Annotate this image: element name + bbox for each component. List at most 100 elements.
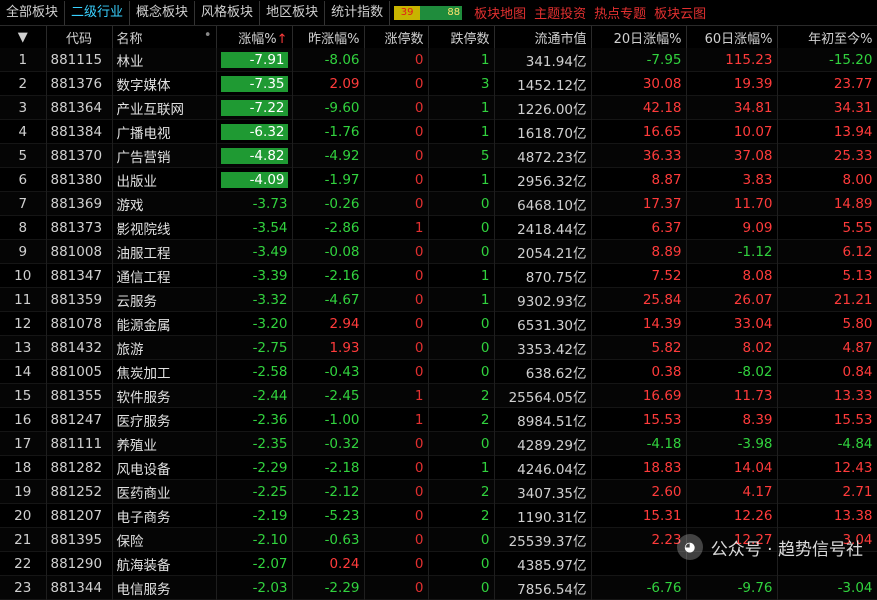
change-cell: -3.20 xyxy=(216,312,292,336)
table-row[interactable]: 10881347通信工程-3.39-2.1601870.75亿7.528.085… xyxy=(0,264,877,288)
table-row[interactable]: 20881207电子商务-2.19-5.23021190.31亿15.3112.… xyxy=(0,504,877,528)
table-row[interactable]: 23881344电信服务-2.03-2.29007856.54亿-6.76-9.… xyxy=(0,576,877,600)
sector-code: 881111 xyxy=(46,432,112,456)
limit-up-count: 0 xyxy=(364,480,428,504)
table-row[interactable]: 9881008油服工程-3.49-0.08002054.21亿8.89-1.12… xyxy=(0,240,877,264)
tab-3[interactable]: 风格板块 xyxy=(195,1,260,25)
sector-name[interactable]: 电子商务 xyxy=(112,504,216,528)
market-cap: 4246.04亿 xyxy=(494,456,591,480)
sector-tab-bar: 全部板块二级行业概念板块风格板块地区板块统计指数3988板块地图主题投资热点专题… xyxy=(0,0,877,26)
sector-name[interactable]: 医疗服务 xyxy=(112,408,216,432)
ytd: 13.33 xyxy=(777,384,877,408)
header-prev-change[interactable]: 昨涨幅% xyxy=(292,26,364,48)
sector-name[interactable]: 电信服务 xyxy=(112,576,216,600)
table-row[interactable]: 1881115林业-7.91-8.0601341.94亿-7.95115.23-… xyxy=(0,48,877,72)
sector-name[interactable]: 保险 xyxy=(112,528,216,552)
header-code[interactable]: 代码 xyxy=(46,26,112,48)
header-chg60[interactable]: 60日涨幅% xyxy=(686,26,777,48)
header-name[interactable]: 名称• xyxy=(112,26,216,48)
sector-name[interactable]: 产业互联网 xyxy=(112,96,216,120)
market-cap: 2418.44亿 xyxy=(494,216,591,240)
table-row[interactable]: 19881252医药商业-2.25-2.12023407.35亿2.604.17… xyxy=(0,480,877,504)
sector-name[interactable]: 广播电视 xyxy=(112,120,216,144)
chg20: 5.82 xyxy=(591,336,686,360)
sector-name[interactable]: 软件服务 xyxy=(112,384,216,408)
watermark-text: 公众号 · 趋势信号社 xyxy=(711,535,863,560)
change-cell: -3.49 xyxy=(216,240,292,264)
header-change[interactable]: 涨幅%↑ xyxy=(216,26,292,48)
nav-link-2[interactable]: 热点专题 xyxy=(594,3,646,22)
sector-name[interactable]: 出版业 xyxy=(112,168,216,192)
table-row[interactable]: 14881005焦炭加工-2.58-0.4300638.62亿0.38-8.02… xyxy=(0,360,877,384)
tab-1[interactable]: 二级行业 xyxy=(65,1,130,25)
market-cap: 1226.00亿 xyxy=(494,96,591,120)
tab-5[interactable]: 统计指数 xyxy=(325,1,390,25)
sector-name[interactable]: 油服工程 xyxy=(112,240,216,264)
nav-link-3[interactable]: 板块云图 xyxy=(654,3,706,22)
market-cap: 25539.37亿 xyxy=(494,528,591,552)
table-row[interactable]: 13881432旅游-2.751.93003353.42亿5.828.024.8… xyxy=(0,336,877,360)
sector-name[interactable]: 旅游 xyxy=(112,336,216,360)
sector-name[interactable]: 养殖业 xyxy=(112,432,216,456)
table-row[interactable]: 4881384广播电视-6.32-1.76011618.70亿16.6510.0… xyxy=(0,120,877,144)
table-row[interactable]: 5881370广告营销-4.82-4.92054872.23亿36.3337.0… xyxy=(0,144,877,168)
prev-change: -4.67 xyxy=(292,288,364,312)
table-row[interactable]: 2881376数字媒体-7.352.09031452.12亿30.0819.39… xyxy=(0,72,877,96)
limit-down-count: 3 xyxy=(428,72,494,96)
nav-link-1[interactable]: 主题投资 xyxy=(534,3,586,22)
header-ytd[interactable]: 年初至今% xyxy=(777,26,877,48)
sector-name[interactable]: 游戏 xyxy=(112,192,216,216)
sector-name[interactable]: 林业 xyxy=(112,48,216,72)
header-limit-up[interactable]: 涨停数 xyxy=(364,26,428,48)
table-row[interactable]: 3881364产业互联网-7.22-9.60011226.00亿42.1834.… xyxy=(0,96,877,120)
table-row[interactable]: 7881369游戏-3.73-0.26006468.10亿17.3711.701… xyxy=(0,192,877,216)
sector-name[interactable]: 数字媒体 xyxy=(112,72,216,96)
expand-toggle-icon[interactable]: ▼ xyxy=(0,26,46,48)
chg20 xyxy=(591,552,686,576)
chg20: 16.69 xyxy=(591,384,686,408)
table-row[interactable]: 8881373影视院线-3.54-2.86102418.44亿6.379.095… xyxy=(0,216,877,240)
header-limit-down[interactable]: 跌停数 xyxy=(428,26,494,48)
change-cell: -3.39 xyxy=(216,264,292,288)
limit-up-count: 0 xyxy=(364,432,428,456)
table-row[interactable]: 15881355软件服务-2.44-2.451225564.05亿16.6911… xyxy=(0,384,877,408)
market-cap: 7856.54亿 xyxy=(494,576,591,600)
table-row[interactable]: 12881078能源金属-3.202.94006531.30亿14.3933.0… xyxy=(0,312,877,336)
table-row[interactable]: 16881247医疗服务-2.36-1.00128984.51亿15.538.3… xyxy=(0,408,877,432)
tab-4[interactable]: 地区板块 xyxy=(260,1,325,25)
limit-up-count: 0 xyxy=(364,504,428,528)
prev-change: -0.63 xyxy=(292,528,364,552)
ytd: 5.80 xyxy=(777,312,877,336)
sector-code: 881355 xyxy=(46,384,112,408)
sector-code: 881252 xyxy=(46,480,112,504)
row-number: 16 xyxy=(0,408,46,432)
header-market-cap[interactable]: 流通市值 xyxy=(494,26,591,48)
sector-name[interactable]: 风电设备 xyxy=(112,456,216,480)
tab-0[interactable]: 全部板块 xyxy=(0,1,65,25)
change-highlight: -4.09 xyxy=(221,172,288,188)
chg60: 8.08 xyxy=(686,264,777,288)
sector-name[interactable]: 云服务 xyxy=(112,288,216,312)
sector-name[interactable]: 影视院线 xyxy=(112,216,216,240)
change-value: -3.54 xyxy=(253,220,288,236)
table-row[interactable]: 17881111养殖业-2.35-0.32004289.29亿-4.18-3.9… xyxy=(0,432,877,456)
chg20: 17.37 xyxy=(591,192,686,216)
sector-name[interactable]: 广告营销 xyxy=(112,144,216,168)
change-value: -2.07 xyxy=(253,556,288,572)
sector-code: 881290 xyxy=(46,552,112,576)
sector-name[interactable]: 焦炭加工 xyxy=(112,360,216,384)
down-count: 88 xyxy=(420,6,462,20)
market-cap: 1452.12亿 xyxy=(494,72,591,96)
nav-link-0[interactable]: 板块地图 xyxy=(474,3,526,22)
table-row[interactable]: 11881359云服务-3.32-4.67019302.93亿25.8426.0… xyxy=(0,288,877,312)
table-row[interactable]: 6881380出版业-4.09-1.97012956.32亿8.873.838.… xyxy=(0,168,877,192)
sector-name[interactable]: 医药商业 xyxy=(112,480,216,504)
sector-name[interactable]: 航海装备 xyxy=(112,552,216,576)
table-row[interactable]: 18881282风电设备-2.29-2.18014246.04亿18.8314.… xyxy=(0,456,877,480)
tab-2[interactable]: 概念板块 xyxy=(130,1,195,25)
sector-name[interactable]: 能源金属 xyxy=(112,312,216,336)
chg60: 10.07 xyxy=(686,120,777,144)
sector-name[interactable]: 通信工程 xyxy=(112,264,216,288)
header-chg20[interactable]: 20日涨幅% xyxy=(591,26,686,48)
limit-up-count: 0 xyxy=(364,312,428,336)
